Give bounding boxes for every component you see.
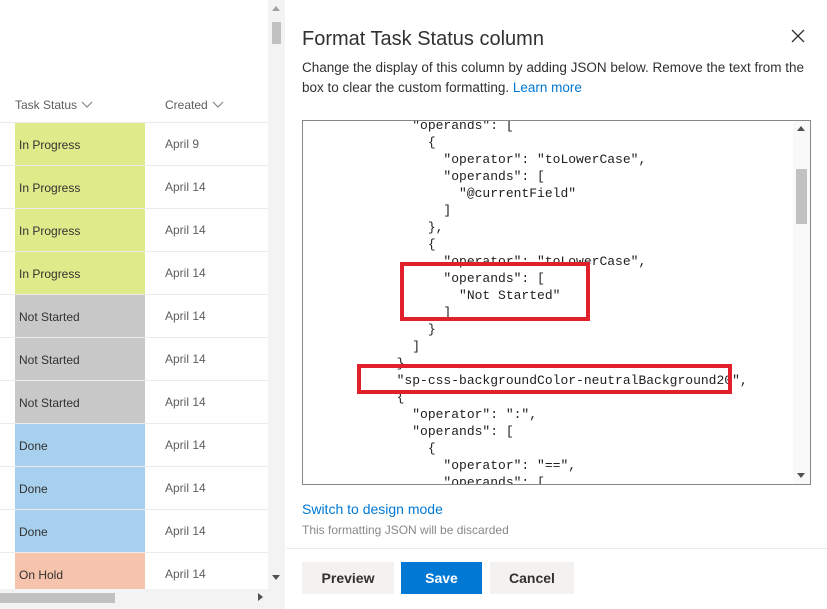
code-line: "operator": ":", <box>303 406 793 423</box>
column-header-created[interactable]: Created <box>165 98 224 112</box>
scroll-thumb[interactable] <box>272 22 281 44</box>
status-cell: Not Started <box>15 295 145 337</box>
status-cell: Not Started <box>15 381 145 423</box>
created-cell: April 9 <box>165 137 199 151</box>
list-row[interactable]: In Progress April 14 <box>0 209 268 252</box>
format-column-panel: Format Task Status column Change the dis… <box>286 0 827 609</box>
list-row[interactable]: Not Started April 14 <box>0 338 268 381</box>
preview-button[interactable]: Preview <box>302 562 394 594</box>
status-cell: In Progress <box>15 166 145 208</box>
status-cell: Done <box>15 510 145 552</box>
learn-more-link[interactable]: Learn more <box>513 80 582 95</box>
code-line: "operator": "==", <box>303 457 793 474</box>
close-icon[interactable] <box>789 27 807 45</box>
scroll-thumb[interactable] <box>0 593 115 603</box>
list-vertical-scrollbar[interactable] <box>268 0 285 589</box>
list-row[interactable]: Not Started April 14 <box>0 381 268 424</box>
status-cell: In Progress <box>15 209 145 251</box>
list-row[interactable]: Done April 14 <box>0 424 268 467</box>
discard-note: This formatting JSON will be discarded <box>302 523 509 537</box>
list-row[interactable]: Done April 14 <box>0 467 268 510</box>
code-line: { <box>303 440 793 457</box>
code-line: ] <box>303 338 793 355</box>
created-cell: April 14 <box>165 180 206 194</box>
chevron-down-icon <box>81 101 93 109</box>
scroll-thumb[interactable] <box>796 169 807 224</box>
code-line: } <box>303 321 793 338</box>
scroll-down-icon[interactable] <box>797 473 805 478</box>
created-cell: April 14 <box>165 481 206 495</box>
created-cell: April 14 <box>165 352 206 366</box>
scroll-up-icon[interactable] <box>797 126 805 131</box>
editor-scrollbar[interactable] <box>793 121 810 484</box>
code-line: "operands": [ <box>303 423 793 440</box>
code-line: "operator": "toLowerCase", <box>303 151 793 168</box>
list-row[interactable]: In Progress April 14 <box>0 252 268 295</box>
created-cell: April 14 <box>165 524 206 538</box>
list-row[interactable]: Not Started April 14 <box>0 295 268 338</box>
created-cell: April 14 <box>165 567 206 581</box>
code-line: "@currentField" <box>303 185 793 202</box>
scroll-right-icon[interactable] <box>258 593 263 601</box>
list-row[interactable]: In Progress April 9 <box>0 123 268 166</box>
created-cell: April 14 <box>165 395 206 409</box>
column-header-task-status[interactable]: Task Status <box>15 98 93 112</box>
save-button[interactable]: Save <box>401 562 482 594</box>
created-cell: April 14 <box>165 438 206 452</box>
code-line: "operands": [ <box>303 474 793 485</box>
chevron-down-icon <box>212 101 224 109</box>
highlight-box-css-class <box>357 364 732 394</box>
cancel-button[interactable]: Cancel <box>490 562 574 594</box>
created-cell: April 14 <box>165 309 206 323</box>
status-cell: Not Started <box>15 338 145 380</box>
scroll-down-icon[interactable] <box>272 575 280 580</box>
footer-divider <box>286 548 827 549</box>
panel-title: Format Task Status column <box>302 28 544 51</box>
status-cell: In Progress <box>15 123 145 165</box>
list-row[interactable]: Done April 14 <box>0 510 268 553</box>
switch-to-design-mode-link[interactable]: Switch to design mode <box>302 501 443 517</box>
status-cell: In Progress <box>15 252 145 294</box>
code-line: { <box>303 134 793 151</box>
status-cell: Done <box>15 424 145 466</box>
highlight-box-not-started <box>400 262 590 321</box>
created-cell: April 14 <box>165 223 206 237</box>
status-cell: Done <box>15 467 145 509</box>
code-line: { <box>303 236 793 253</box>
scroll-up-icon[interactable] <box>272 6 280 11</box>
column-header-label: Task Status <box>15 98 77 112</box>
list-horizontal-scrollbar[interactable] <box>0 589 285 609</box>
code-line: }, <box>303 219 793 236</box>
panel-description: Change the display of this column by add… <box>302 58 812 98</box>
list-view: Task Status Created In ProgressApril 9In… <box>0 0 268 609</box>
list-row[interactable]: In Progress April 14 <box>0 166 268 209</box>
code-line: ] <box>303 202 793 219</box>
code-line: "operands": [ <box>303 168 793 185</box>
column-header-label: Created <box>165 98 208 112</box>
created-cell: April 14 <box>165 266 206 280</box>
json-editor[interactable]: "operands": [ { "operator": "toLowerCase… <box>302 120 811 485</box>
code-line: "operands": [ <box>303 120 793 134</box>
